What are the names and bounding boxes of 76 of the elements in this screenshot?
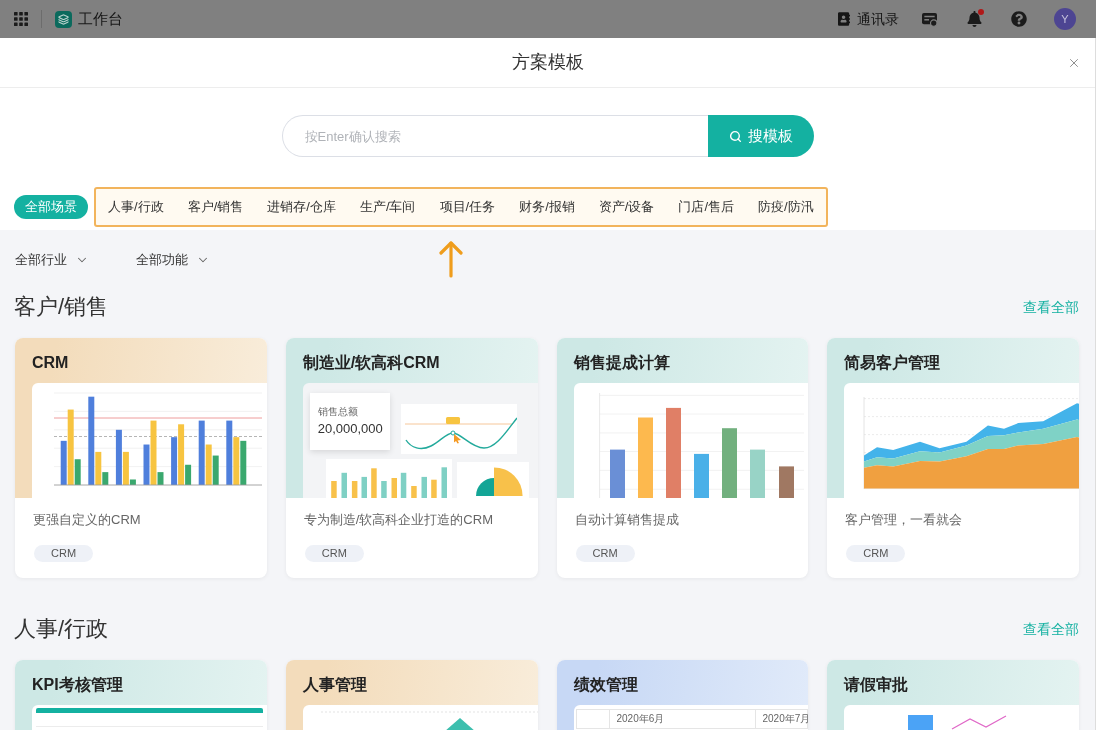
- card-tag: CRM: [34, 545, 94, 562]
- card-description: 更强自定义的CRM: [33, 511, 142, 529]
- search-field[interactable]: 按Enter确认搜索: [281, 115, 708, 157]
- section-title: 人事/行政: [14, 615, 109, 643]
- up-arrow-icon: [439, 240, 463, 278]
- card-description: 专为制造/软高科企业打造的CRM: [303, 511, 494, 529]
- template-card[interactable]: 请假审批: [827, 660, 1079, 730]
- card-title: 销售提成计算: [573, 353, 671, 373]
- chart-bar: [749, 449, 765, 498]
- template-card[interactable]: 销售提成计算 自动计算销售提成 CRM: [556, 338, 809, 578]
- card-title: CRM: [32, 353, 70, 373]
- chart-bar: [908, 715, 934, 730]
- card-title: 绩效管理: [573, 675, 639, 695]
- template-card[interactable]: 简易客户管理 客户管理，一看就会 CRM: [827, 338, 1079, 578]
- cursor-icon: [453, 434, 461, 444]
- chart-bar: [721, 428, 737, 498]
- address-book-icon: [838, 12, 850, 26]
- user-avatar[interactable]: Y: [1054, 8, 1076, 30]
- category-tab[interactable]: 生产/车间: [348, 195, 427, 219]
- id-card-icon[interactable]: [921, 11, 938, 27]
- contacts-button[interactable]: 通讯录: [838, 8, 899, 30]
- category-tab[interactable]: 进销存/仓库: [256, 195, 347, 219]
- filter-dropdown[interactable]: 全部功能: [136, 250, 210, 270]
- card-tag: CRM: [846, 545, 906, 562]
- data-point-icon: [450, 430, 456, 436]
- chart-bar: [778, 466, 794, 498]
- tooltip-tag-icon: [445, 417, 460, 424]
- chart-bar: [410, 486, 417, 498]
- category-tab[interactable]: 门店/售后: [667, 195, 745, 219]
- chart-bar: [609, 449, 625, 498]
- chart-bar: [400, 472, 407, 498]
- chart-bar: [421, 476, 427, 498]
- template-card[interactable]: 制造业/软高科CRM 销售总额 20,000,000 专为制造/软高科企业打造的CRM CRM: [285, 338, 538, 578]
- chart-bar: [370, 468, 377, 498]
- chart-bar: [391, 478, 397, 498]
- category-tab[interactable]: 项目/任务: [428, 195, 507, 219]
- bell-icon[interactable]: [967, 11, 982, 27]
- chart-bar: [330, 481, 337, 498]
- category-tab[interactable]: 财务/报销: [508, 195, 586, 219]
- chart-bar: [693, 453, 709, 498]
- card-title: 请假审批: [844, 675, 910, 695]
- chart-bar: [341, 472, 347, 498]
- filter-dropdown[interactable]: 全部行业: [15, 250, 89, 270]
- layers-logo-icon: [55, 10, 72, 28]
- card-title: KPI考核管理: [32, 675, 124, 695]
- column-header: 2020年6月: [616, 713, 665, 725]
- card-description: 客户管理，一看就会: [845, 511, 964, 529]
- card-title: 人事管理: [302, 675, 368, 695]
- chart-bar: [361, 476, 367, 498]
- category-tab[interactable]: 人事/行政: [97, 195, 175, 219]
- chart-bar: [351, 481, 358, 498]
- section-title: 客户/销售: [14, 293, 109, 321]
- apps-grid-icon[interactable]: [14, 12, 28, 26]
- template-card[interactable]: CRM 更强自定义的CRM CRM: [15, 338, 267, 578]
- chart-bar: [441, 467, 447, 498]
- app-title: 工作台: [78, 8, 123, 29]
- stat-label: 销售总额: [317, 406, 359, 418]
- template-card[interactable]: 人事管理: [285, 660, 538, 730]
- line-series: [951, 715, 1007, 730]
- search-icon: [728, 129, 742, 143]
- card-title: 简易客户管理: [844, 353, 942, 373]
- dialog-title: 方案模板: [511, 51, 584, 74]
- category-tab[interactable]: 防疫/防汛: [747, 195, 825, 219]
- help-icon[interactable]: [1011, 11, 1027, 27]
- category-tab[interactable]: 客户/销售: [176, 195, 255, 219]
- template-card[interactable]: 绩效管理 2020年6月 2020年7月: [556, 660, 809, 730]
- chart-bar: [380, 481, 387, 498]
- stat-value: 20,000,000: [317, 421, 384, 437]
- column-header: 2020年7月: [762, 713, 809, 725]
- card-title: 制造业/软高科CRM: [302, 353, 441, 373]
- card-tag: CRM: [304, 545, 364, 562]
- template-card[interactable]: KPI考核管理: [15, 660, 267, 730]
- card-tag: CRM: [575, 545, 635, 562]
- chart-bar: [430, 479, 437, 498]
- card-description: 自动计算销售提成: [574, 511, 680, 529]
- category-tab[interactable]: 资产/设备: [587, 195, 666, 219]
